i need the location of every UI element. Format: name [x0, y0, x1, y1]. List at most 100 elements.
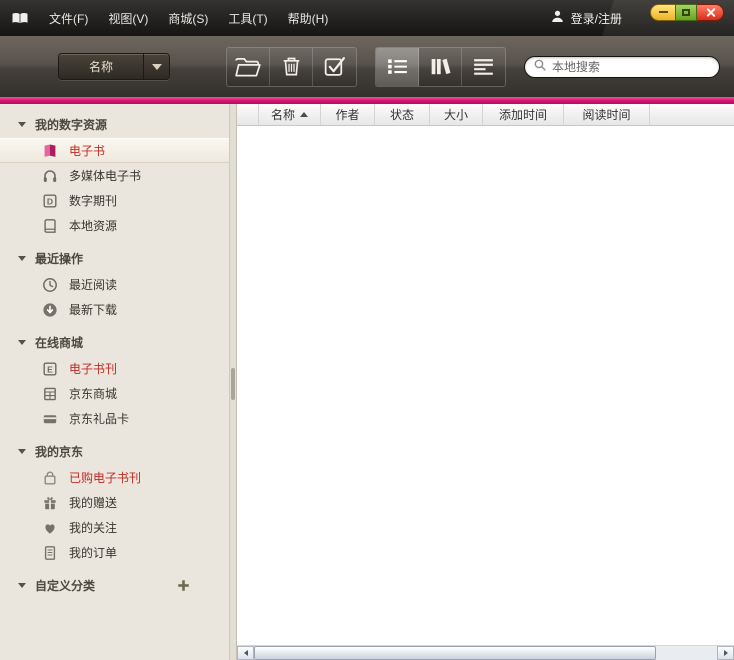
content-area: 名称 作者 状态 大小 添加时间 阅读时间: [237, 104, 734, 660]
search-icon: [533, 58, 547, 75]
sort-ascending-icon: [300, 112, 308, 117]
shopping-bag-icon: [42, 470, 58, 486]
arrow-right-icon: [724, 650, 728, 656]
local-search-input[interactable]: [552, 60, 711, 74]
sidebar-item-label: 本地资源: [69, 217, 117, 234]
column-header-author[interactable]: 作者: [321, 104, 375, 125]
horizontal-scrollbar[interactable]: [237, 645, 734, 660]
sidebar-item-label: 我的订单: [69, 544, 117, 561]
search-box: [524, 56, 720, 78]
sort-dropdown-arrow[interactable]: [143, 54, 169, 79]
sidebar-item-ebooks[interactable]: 电子书: [0, 138, 229, 163]
list-view-button[interactable]: [376, 48, 419, 86]
section-custom-categories[interactable]: 自定义分类: [0, 572, 229, 599]
sidebar-item-label: 我的赠送: [69, 494, 117, 511]
download-icon: [42, 302, 58, 318]
sidebar-item-jd-mall[interactable]: 京东商城: [0, 381, 229, 406]
sidebar-item-digital-journals[interactable]: D 数字期刊: [0, 188, 229, 213]
window-controls: [650, 4, 724, 21]
detail-view-button[interactable]: [462, 48, 505, 86]
login-register-button[interactable]: 登录/注册: [550, 9, 622, 27]
column-header-added-time[interactable]: 添加时间: [483, 104, 564, 125]
user-icon: [550, 9, 565, 27]
column-header-status[interactable]: 状态: [375, 104, 430, 125]
delete-button[interactable]: [270, 48, 313, 86]
section-header-label: 在线商城: [35, 334, 83, 351]
close-button[interactable]: [697, 4, 724, 21]
scrollbar-thumb[interactable]: [254, 646, 656, 660]
column-label: 大小: [444, 106, 468, 123]
sidebar-item-jd-gift-card[interactable]: 京东礼品卡: [0, 406, 229, 431]
minimize-button[interactable]: [650, 4, 675, 21]
collapse-triangle-icon: [18, 122, 26, 127]
sort-dropdown[interactable]: 名称: [58, 53, 170, 80]
open-folder-icon: [234, 55, 262, 79]
sidebar-item-label: 电子书: [69, 142, 105, 159]
sidebar-item-label: 我的关注: [69, 519, 117, 536]
column-label: 名称: [271, 106, 295, 123]
sidebar-item-local-resources[interactable]: 本地资源: [0, 213, 229, 238]
sidebar-item-label: 多媒体电子书: [69, 167, 141, 184]
sidebar-item-ebook-store[interactable]: E 电子书刊: [0, 356, 229, 381]
maximize-button[interactable]: [675, 4, 697, 21]
column-header-read-time[interactable]: 阅读时间: [564, 104, 650, 125]
local-file-icon: [42, 218, 58, 234]
menu-help[interactable]: 帮助(H): [279, 6, 338, 31]
section-my-jd[interactable]: 我的京东: [0, 438, 229, 465]
sidebar-item-my-gifts[interactable]: 我的赠送: [0, 490, 229, 515]
menu-view[interactable]: 视图(V): [99, 6, 157, 31]
column-filler: [650, 104, 734, 125]
orders-icon: [42, 545, 58, 561]
sidebar-item-purchased-ebooks[interactable]: 已购电子书刊: [0, 465, 229, 490]
sidebar: 我的数字资源 电子书 多媒体电子书 D 数字期刊 本地资源: [0, 104, 229, 660]
scrollbar-track[interactable]: [656, 646, 717, 660]
sidebar-item-latest-downloads[interactable]: 最新下载: [0, 297, 229, 322]
sidebar-splitter[interactable]: [229, 104, 237, 660]
collapse-triangle-icon: [18, 583, 26, 588]
sidebar-item-label: 最新下载: [69, 301, 117, 318]
sidebar-item-my-orders[interactable]: 我的订单: [0, 540, 229, 565]
section-recent-actions[interactable]: 最近操作: [0, 245, 229, 272]
collapse-triangle-icon: [18, 340, 26, 345]
scroll-left-button[interactable]: [237, 646, 254, 660]
collapse-triangle-icon: [18, 449, 26, 454]
sort-dropdown-value: 名称: [59, 58, 143, 75]
login-register-label: 登录/注册: [571, 10, 622, 27]
clock-icon: [42, 277, 58, 293]
headphones-icon: [42, 168, 58, 184]
sidebar-item-recently-read[interactable]: 最近阅读: [0, 272, 229, 297]
menubar: 文件(F) 视图(V) 商城(S) 工具(T) 帮助(H) 登录/注册: [0, 0, 734, 36]
sidebar-item-my-follows[interactable]: 我的关注: [0, 515, 229, 540]
section-my-digital-resources[interactable]: 我的数字资源: [0, 111, 229, 138]
menu-file[interactable]: 文件(F): [40, 6, 97, 31]
menu-store[interactable]: 商城(S): [159, 6, 217, 31]
section-header-label: 我的数字资源: [35, 116, 107, 133]
toolbar: 名称: [0, 36, 734, 97]
column-spacer: [237, 104, 259, 125]
section-online-store[interactable]: 在线商城: [0, 329, 229, 356]
app-window: 文件(F) 视图(V) 商城(S) 工具(T) 帮助(H) 登录/注册 名称: [0, 0, 734, 660]
menu-tools[interactable]: 工具(T): [219, 6, 276, 31]
jd-mall-icon: [42, 386, 58, 402]
select-button[interactable]: [313, 48, 356, 86]
spine-view-icon: [428, 55, 453, 78]
list-view-icon: [385, 55, 410, 78]
spine-view-button[interactable]: [419, 48, 462, 86]
action-button-group: [226, 47, 357, 87]
column-header-size[interactable]: 大小: [430, 104, 483, 125]
view-toggle-group: [375, 47, 506, 87]
column-header-name[interactable]: 名称: [259, 104, 321, 125]
select-check-icon: [322, 54, 347, 79]
scroll-right-button[interactable]: [717, 646, 734, 660]
column-label: 添加时间: [499, 106, 547, 123]
app-logo-book-icon: [10, 11, 30, 26]
sidebar-item-label: 京东礼品卡: [69, 410, 129, 427]
add-category-button[interactable]: [176, 578, 191, 593]
chevron-down-icon: [152, 64, 162, 70]
splitter-grip[interactable]: [231, 368, 235, 400]
ebook-icon: [42, 143, 58, 159]
sidebar-item-label: 京东商城: [69, 385, 117, 402]
heart-icon: [42, 520, 58, 536]
open-folder-button[interactable]: [227, 48, 270, 86]
sidebar-item-multimedia-ebooks[interactable]: 多媒体电子书: [0, 163, 229, 188]
